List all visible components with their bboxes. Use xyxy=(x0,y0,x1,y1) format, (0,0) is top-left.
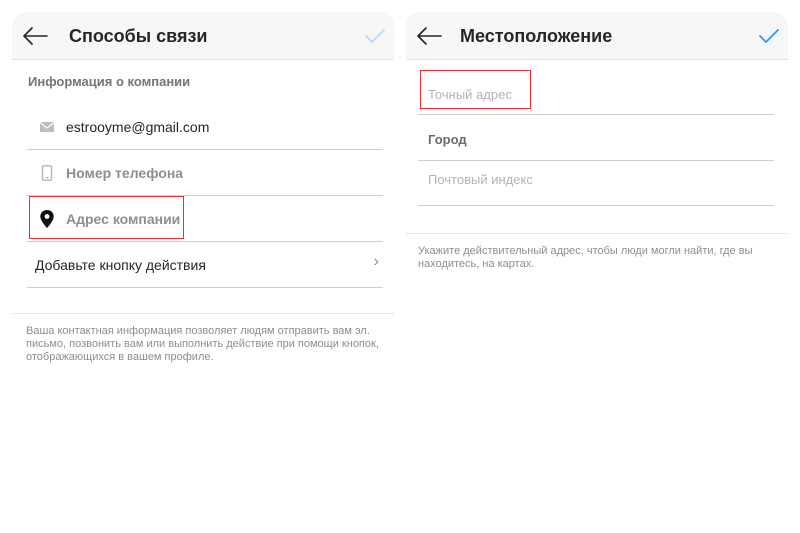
company-info-heading: Информация о компании xyxy=(28,74,191,89)
envelope-icon xyxy=(39,122,55,132)
location-description: Укажите действительный адрес, чтобы люди… xyxy=(418,245,753,270)
checkmark-icon[interactable] xyxy=(364,26,386,46)
contact-info-description: Ваша контактная информация позволяет люд… xyxy=(26,325,379,363)
section-divider xyxy=(406,233,788,234)
checkmark-icon[interactable] xyxy=(758,26,780,46)
page-title: Местоположение xyxy=(460,26,613,46)
email-row[interactable]: estrooyme@gmail.com xyxy=(27,104,383,150)
add-action-button-label: Добавьте кнопку действия xyxy=(35,257,206,273)
section-divider xyxy=(12,313,394,314)
contact-options-screen: Способы связи Информация о компании estr… xyxy=(12,0,394,533)
street-address-highlight-box xyxy=(420,70,531,109)
email-value: estrooyme@gmail.com xyxy=(66,119,210,135)
contact-options-header: Способы связи xyxy=(12,12,394,60)
page-title: Способы связи xyxy=(69,26,208,46)
chevron-right-icon: › xyxy=(373,253,379,270)
phone-placeholder: Номер телефона xyxy=(66,165,184,181)
phone-row[interactable]: Номер телефона xyxy=(27,150,383,196)
zip-code-field[interactable]: Почтовый индекс xyxy=(418,161,774,206)
add-action-button-row[interactable]: Добавьте кнопку действия › xyxy=(27,242,383,288)
back-arrow-icon[interactable] xyxy=(416,26,442,46)
zip-code-placeholder: Почтовый индекс xyxy=(428,172,533,187)
address-highlight-box xyxy=(29,196,184,239)
city-field[interactable]: Город xyxy=(418,115,774,161)
location-screen: Местоположение Точный адрес Город Почтов… xyxy=(406,0,788,533)
location-header: Местоположение xyxy=(406,12,788,60)
phone-icon xyxy=(41,165,53,181)
city-label: Город xyxy=(428,132,467,147)
back-arrow-icon[interactable] xyxy=(22,26,48,46)
